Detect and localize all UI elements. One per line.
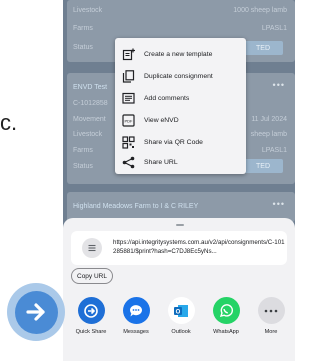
menu-item-add-comments[interactable]: Add comments xyxy=(121,87,243,109)
drag-handle[interactable] xyxy=(176,224,184,226)
card-title: Highland Meadows Farm to I & C RILEY xyxy=(73,203,199,210)
cropped-text-fragment: c. xyxy=(0,110,18,135)
card-title: ENVD Test xyxy=(73,84,108,91)
app-label: Quick Share xyxy=(75,329,107,335)
menu-item-duplicate[interactable]: Duplicate consignment xyxy=(121,65,243,87)
arrow-right-icon xyxy=(14,290,58,334)
app-label: Messages xyxy=(123,329,149,335)
farms-value: LPASL1 xyxy=(261,25,287,32)
share-url-box: https://api.integritysystems.com.au/v2/a… xyxy=(71,231,287,265)
menu-item-label: Share URL xyxy=(144,158,178,166)
share-target-outlook[interactable]: O Outlook xyxy=(163,297,199,335)
document-icon xyxy=(82,238,102,258)
svg-text:PDF: PDF xyxy=(124,118,133,123)
share-target-messages[interactable]: Messages xyxy=(118,297,154,335)
svg-text:O: O xyxy=(176,309,181,315)
farms-value: LPASL1 xyxy=(261,147,287,154)
menu-item-view-envd[interactable]: PDF View eNVD xyxy=(121,109,243,131)
app-label: WhatsApp xyxy=(213,329,239,335)
app-label: More xyxy=(264,329,278,335)
menu-item-create-template[interactable]: Create a new template xyxy=(121,43,243,65)
more-options-icon[interactable]: ••• xyxy=(273,199,285,209)
copy-url-button[interactable]: Copy URL xyxy=(71,268,113,284)
share-target-more[interactable]: More xyxy=(253,297,289,335)
status-button[interactable]: TED xyxy=(243,159,283,173)
menu-item-share-url[interactable]: Share URL xyxy=(121,151,243,173)
consignment-number: C-1012858 xyxy=(73,100,108,107)
share-target-whatsapp[interactable]: WhatsApp xyxy=(208,297,244,335)
pdf-icon: PDF xyxy=(121,113,135,127)
quick-share-icon xyxy=(77,297,105,324)
menu-item-share-qr[interactable]: Share via QR Code xyxy=(121,131,243,153)
context-menu: Create a new template Duplicate consignm… xyxy=(115,38,246,174)
menu-item-label: Add comments xyxy=(144,94,190,102)
app-label: Outlook xyxy=(171,329,191,335)
next-arrow-button[interactable] xyxy=(7,283,65,341)
whatsapp-icon xyxy=(212,297,240,324)
more-icon xyxy=(257,297,285,324)
menu-item-label: Share via QR Code xyxy=(144,138,203,146)
screenshot-stage: c. Livestock 1000 sheep lamb Farms LPASL… xyxy=(0,0,295,361)
livestock-label: Livestock xyxy=(73,7,103,14)
farms-label: Farms xyxy=(73,147,93,154)
livestock-label: Livestock xyxy=(73,131,103,138)
add-note-icon xyxy=(121,47,135,61)
movement-value: 11 Jul 2024 xyxy=(251,116,287,123)
status-button[interactable]: TED xyxy=(243,41,283,55)
qr-code-icon xyxy=(121,135,135,149)
farms-label: Farms xyxy=(73,25,93,32)
movement-label: Movement xyxy=(73,116,106,123)
status-label: Status xyxy=(73,163,93,170)
comment-icon xyxy=(121,91,135,105)
messages-icon xyxy=(122,297,150,324)
share-sheet: https://api.integritysystems.com.au/v2/a… xyxy=(63,218,295,361)
menu-item-label: Create a new template xyxy=(144,50,213,58)
livestock-value: sheep lamb xyxy=(250,131,287,138)
status-label: Status xyxy=(73,44,93,51)
share-url-text: https://api.integritysystems.com.au/v2/a… xyxy=(113,239,285,255)
outlook-icon: O xyxy=(167,297,195,324)
livestock-value: 1000 sheep lamb xyxy=(233,7,287,14)
more-options-icon[interactable]: ••• xyxy=(273,80,285,90)
share-icon xyxy=(121,155,135,169)
menu-item-label: View eNVD xyxy=(144,116,179,124)
share-app-row: Quick Share Messages O Outlook WhatsApp xyxy=(73,297,291,347)
duplicate-icon xyxy=(121,69,135,83)
menu-item-label: Duplicate consignment xyxy=(144,72,213,80)
share-target-quick-share[interactable]: Quick Share xyxy=(73,297,109,335)
